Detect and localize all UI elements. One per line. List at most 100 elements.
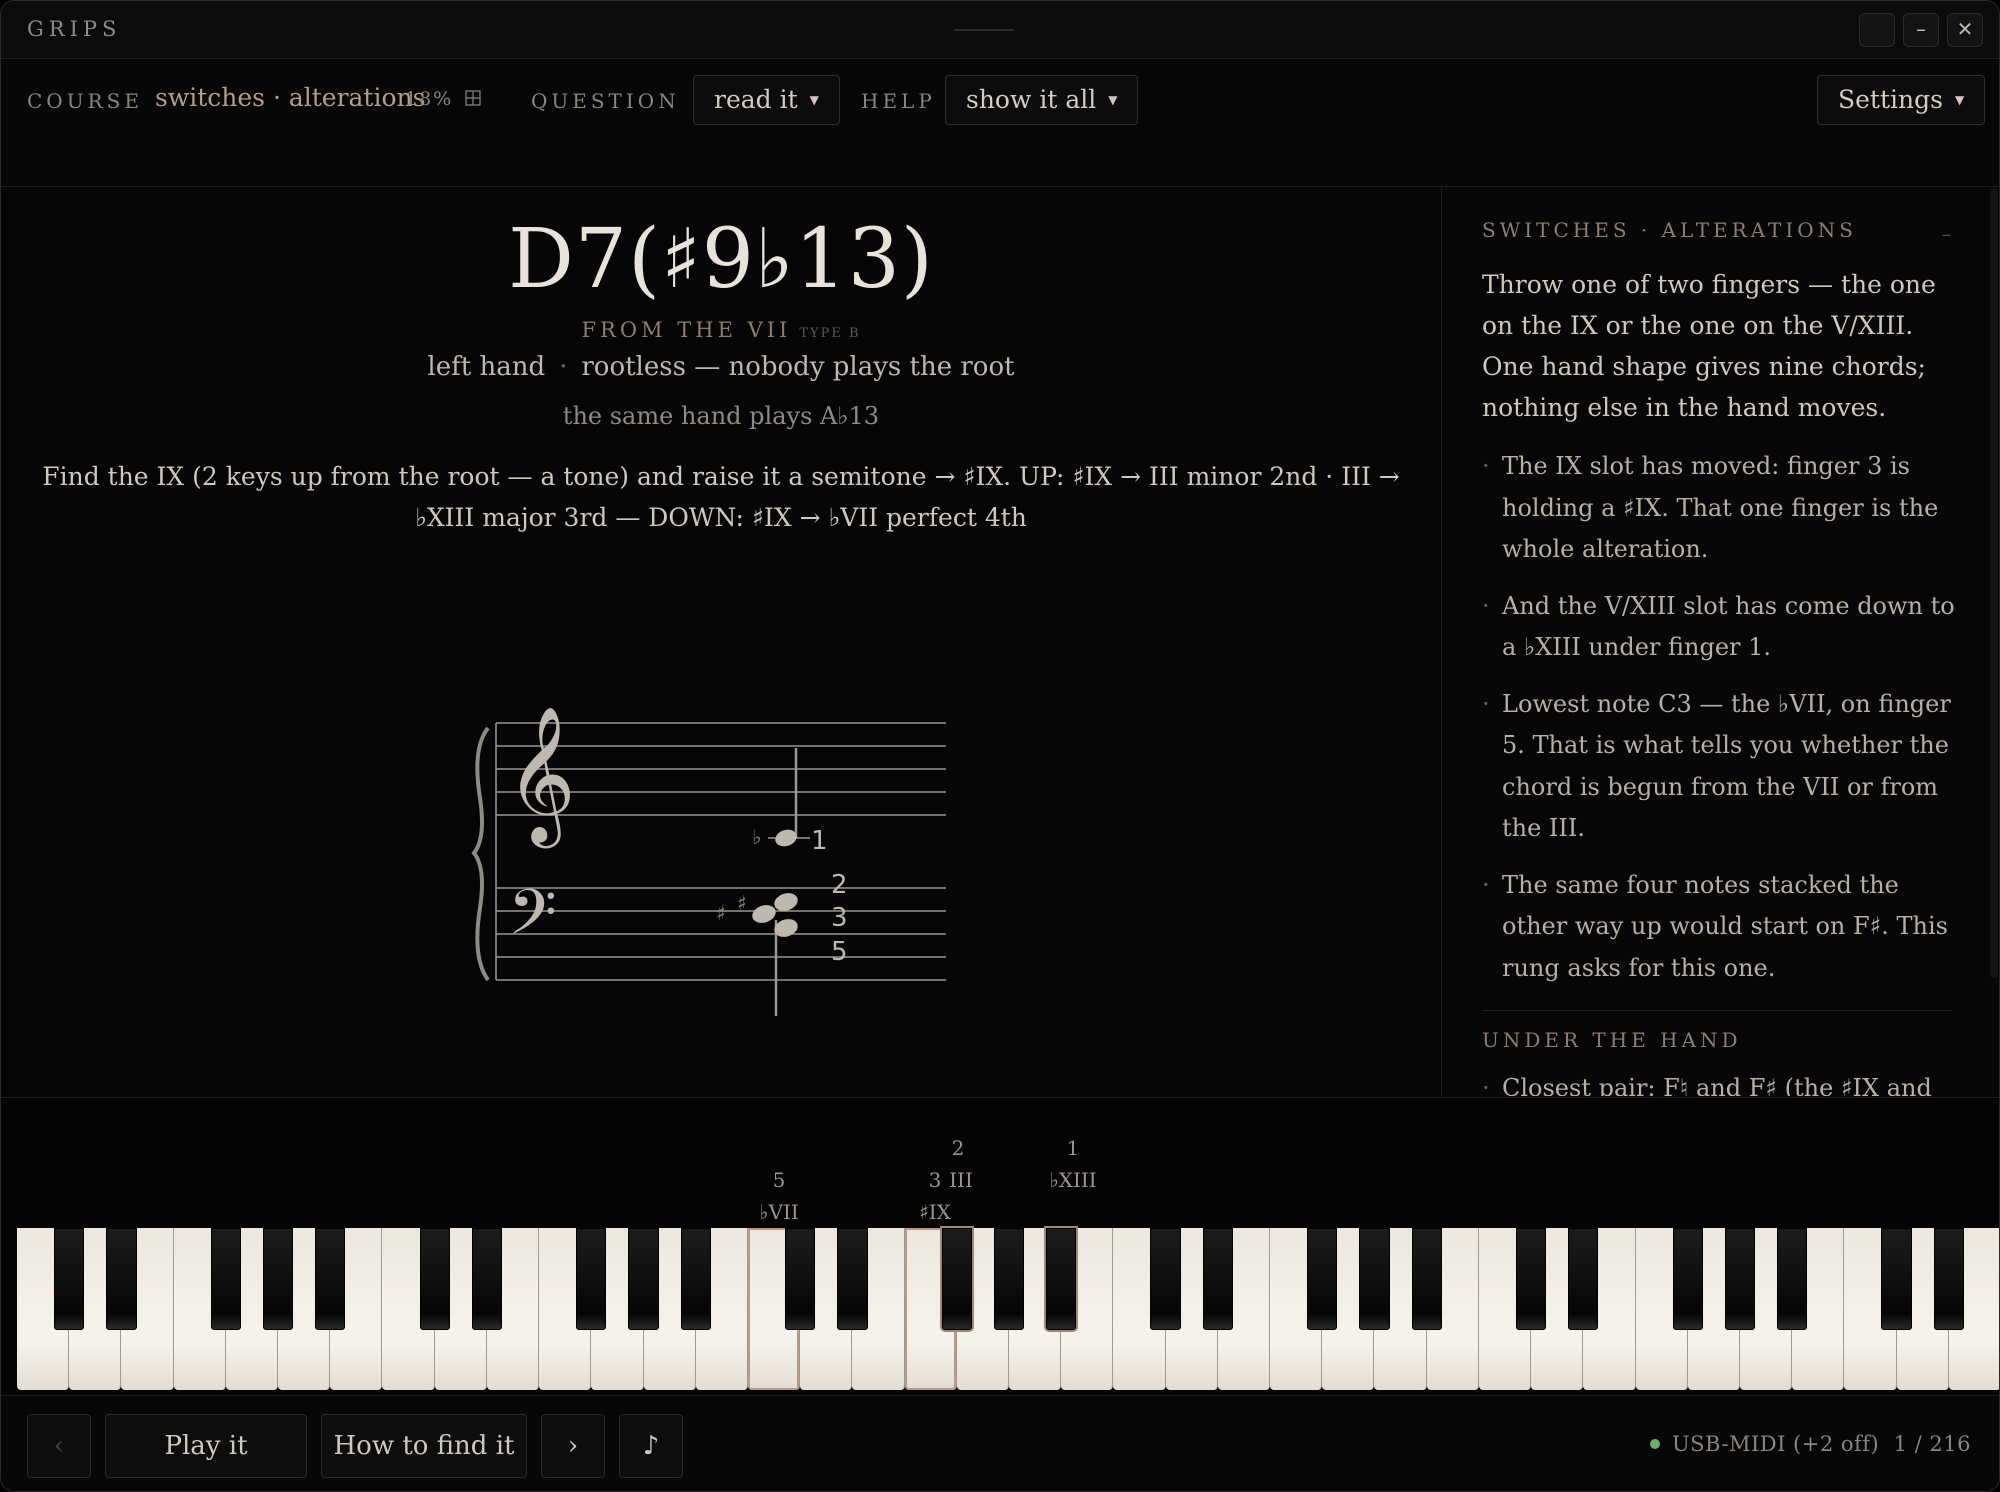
piano-black-key[interactable] (1568, 1228, 1599, 1330)
piano-black-key[interactable] (1202, 1228, 1233, 1330)
help-value: show it all (966, 85, 1097, 114)
window-extra-button[interactable] (1859, 13, 1895, 47)
close-button[interactable]: ✕ (1947, 13, 1983, 47)
fingering-number: 2 (831, 870, 848, 900)
chord-origin: FROM THE VII TYPE B (1, 318, 1441, 342)
question-counter: 1 / 216 (1893, 1432, 1971, 1456)
music-note-icon[interactable]: ♪ (619, 1414, 683, 1478)
title-bar: GRIPS – ✕ (1, 1, 1999, 59)
degree-label: III (949, 1168, 973, 1192)
list-item: Closest pair: F♮ and F♯ (the ♯IX and the (1482, 1068, 1962, 1096)
piano-black-key[interactable] (1150, 1228, 1181, 1330)
piano-black-key[interactable] (628, 1228, 659, 1330)
settings-dropdown[interactable]: Settings ▼ (1817, 75, 1986, 125)
main-area: D7(♯9♭13) FROM THE VII TYPE B left hand · r… (1, 188, 1441, 1096)
course-label: COURSE (27, 89, 143, 113)
list-item: The same four notes stacked the other wa… (1482, 865, 1962, 990)
how-to-find-button[interactable]: How to find it (321, 1414, 527, 1478)
app-title: GRIPS (27, 17, 122, 41)
chord-type: TYPE B (799, 326, 861, 341)
explanation-list: The IX slot has moved: finger 3 is holdi… (1482, 446, 1962, 1004)
brace (471, 726, 490, 982)
piano-black-key[interactable] (993, 1228, 1025, 1330)
chevron-down-icon: ▼ (1108, 93, 1118, 107)
piano-black-key[interactable] (1046, 1228, 1077, 1330)
chord-from: FROM THE VII (581, 318, 792, 342)
accidental-flat: ♭ (752, 825, 761, 849)
instruction-text: Find the IX (2 keys up from the root — a… (42, 462, 1400, 532)
piano-black-key[interactable] (1515, 1228, 1547, 1330)
piano-black-key[interactable] (941, 1228, 972, 1330)
finger-label: 5 (772, 1168, 786, 1192)
help-label: HELP (861, 89, 936, 113)
list-item: The IX slot has moved: finger 3 is holdi… (1482, 446, 1962, 571)
minimize-button[interactable]: – (1903, 13, 1939, 47)
under-hand-list: Closest pair: F♮ and F♯ (the ♯IX and the (1482, 1068, 1962, 1096)
panel-heading: SWITCHES · ALTERATIONS (1482, 218, 1857, 242)
hand-line: left hand · rootless — nobody plays the ro… (1, 352, 1441, 382)
list-item: Lowest note C3 — the ♭VII, on finger 5. … (1482, 684, 1962, 850)
separator-dot: · (559, 352, 568, 382)
app-window: GRIPS – ✕ COURSE switches · alterations … (0, 0, 2000, 1492)
help-dropdown[interactable]: show it all ▼ (945, 75, 1139, 125)
explanation-panel: SWITCHES · ALTERATIONS – Throw one of tw… (1441, 188, 1999, 1096)
collapse-icon[interactable]: – (1942, 224, 1951, 245)
piano-black-key[interactable] (576, 1228, 607, 1330)
same-hand-note: the same hand plays A♭13 (562, 402, 880, 430)
piano-black-key[interactable] (1933, 1228, 1964, 1330)
hand-name: left hand (427, 352, 546, 382)
status-dot-icon (1649, 1439, 1660, 1449)
accidental-sharp: ♯ (716, 901, 726, 925)
piano-black-key[interactable] (419, 1228, 450, 1330)
midi-status: USB-MIDI (+2 off) 1 / 216 (1649, 1432, 1971, 1456)
piano-black-key[interactable] (54, 1228, 85, 1330)
course-name[interactable]: switches · alterations (155, 83, 425, 112)
settings-label: Settings (1838, 85, 1943, 114)
divider (1482, 1010, 1952, 1011)
piano-black-key[interactable] (1411, 1228, 1442, 1330)
toolbar: COURSE switches · alterations 18% QUESTI… (1, 59, 1999, 187)
piano-black-key[interactable] (471, 1228, 503, 1330)
piano-black-key[interactable] (785, 1228, 816, 1330)
fingering-number: 3 (831, 903, 848, 933)
bottom-bar: ‹ Play it How to find it › ♪ USB-MIDI (+… (1, 1395, 1999, 1491)
piano-black-key[interactable] (1672, 1228, 1703, 1330)
piano-keyboard[interactable] (17, 1228, 1999, 1390)
accidental-sharp: ♯ (737, 891, 747, 915)
question-dropdown[interactable]: read it ▼ (693, 75, 840, 125)
piano-black-key[interactable] (1777, 1228, 1808, 1330)
previous-button[interactable]: ‹ (27, 1414, 91, 1478)
midi-device: USB-MIDI (+2 off) (1671, 1432, 1880, 1456)
voicing-description: rootless — nobody plays the root (581, 352, 1015, 382)
panel-intro: Throw one of two fingers — the one on th… (1482, 270, 1936, 422)
piano-black-key[interactable] (262, 1228, 294, 1330)
finger-label: 2 (951, 1136, 965, 1160)
piano-black-key[interactable] (1724, 1228, 1756, 1330)
question-label: QUESTION (531, 89, 680, 113)
next-button[interactable]: › (541, 1414, 605, 1478)
piano-black-key[interactable] (680, 1228, 711, 1330)
piano-black-key[interactable] (1881, 1228, 1912, 1330)
piano-black-key[interactable] (1359, 1228, 1390, 1330)
drag-handle[interactable] (954, 29, 1014, 31)
piano-black-key[interactable] (315, 1228, 346, 1330)
fingering-number: 1 (811, 826, 828, 856)
bass-clef-icon: 𝄢 (508, 875, 557, 964)
course-progress: 18% (405, 88, 454, 110)
play-button[interactable]: Play it (105, 1414, 307, 1478)
list-item: And the V/XIII slot has come down to a ♭… (1482, 586, 1962, 669)
finger-label: 1 (1066, 1136, 1080, 1160)
piano-black-key[interactable] (106, 1228, 137, 1330)
scrollbar[interactable] (1990, 188, 1998, 978)
chevron-down-icon: ▼ (1954, 93, 1965, 107)
fingering-number: 5 (831, 937, 848, 967)
degree-label: ♭XIII (1049, 1168, 1097, 1192)
under-hand-heading: UNDER THE HAND (1482, 1028, 1742, 1052)
piano-black-key[interactable] (210, 1228, 241, 1330)
piano-black-key[interactable] (837, 1228, 868, 1330)
grid-icon[interactable] (465, 90, 481, 106)
piano-black-key[interactable] (1307, 1228, 1338, 1330)
chord-name: D7(♯9♭13) (508, 212, 934, 307)
degree-label: ♯IX (919, 1200, 951, 1224)
keyboard-area: 5 ♭VII 3 ♯IX 2 III 1 ♭XIII (1, 1097, 1999, 1397)
